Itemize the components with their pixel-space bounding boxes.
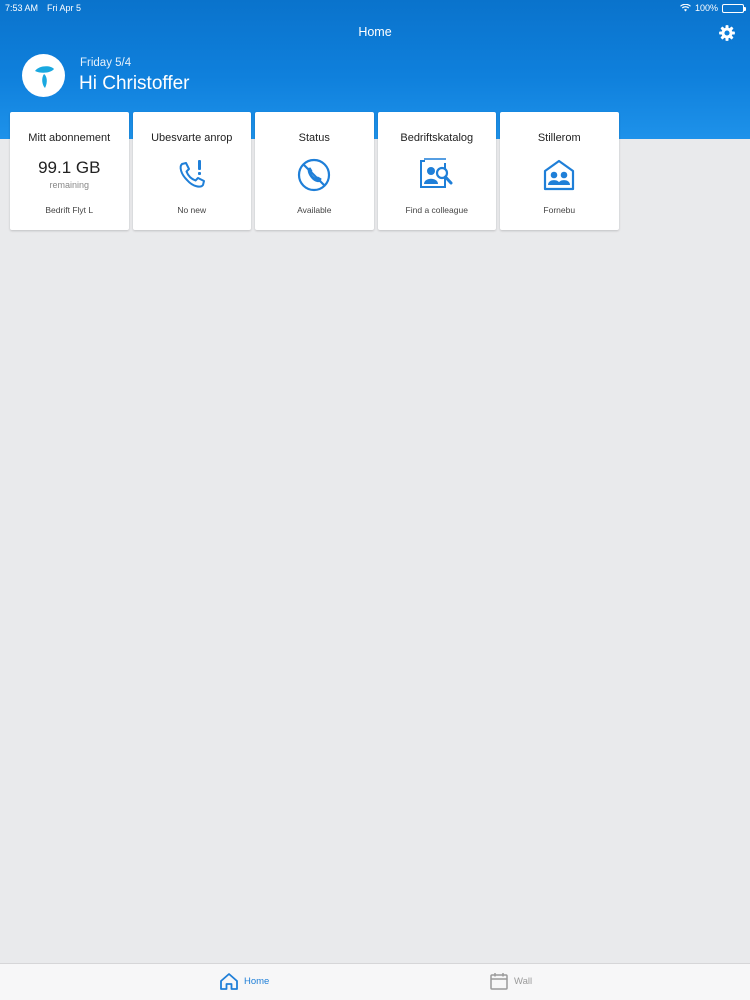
gear-icon[interactable] bbox=[718, 24, 736, 42]
tile-title: Ubesvarte anrop bbox=[151, 132, 233, 144]
directory-search-icon bbox=[419, 158, 453, 188]
tab-home-label: Home bbox=[244, 976, 270, 987]
status-right: 100% bbox=[680, 1, 746, 15]
tile-title: Bedriftskatalog bbox=[400, 132, 474, 144]
tile-directory[interactable]: Bedriftskatalog Find a colleague bbox=[377, 112, 496, 230]
status-date: Fri Apr 5 bbox=[47, 3, 82, 13]
tile-subtitle: Available bbox=[297, 205, 332, 215]
tile-title: Status bbox=[298, 132, 330, 144]
missed-call-icon bbox=[179, 160, 205, 188]
tile-missed-calls[interactable]: Ubesvarte anrop No new bbox=[132, 112, 251, 230]
greeting-name: Hi Christoffer bbox=[79, 73, 190, 94]
tile-quiet-room[interactable]: Stillerom Fornebu bbox=[500, 112, 619, 230]
wifi-icon bbox=[680, 4, 691, 12]
tab-home[interactable]: Home bbox=[219, 972, 269, 991]
data-remaining-value: 99.1 GB bbox=[38, 158, 101, 177]
battery-percent: 100% bbox=[694, 3, 718, 13]
tile-row: Mitt abonnement 99.1 GB remaining Bedrif… bbox=[10, 112, 619, 230]
tile-subscription[interactable]: Mitt abonnement 99.1 GB remaining Bedrif… bbox=[10, 112, 129, 230]
tile-subtitle: Fornebu bbox=[543, 205, 576, 215]
status-bar: 7:53 AM Fri Apr 5 100% bbox=[0, 0, 750, 16]
tile-subtitle: Bedrift Flyt L bbox=[45, 205, 94, 215]
page-title: Home bbox=[358, 25, 392, 39]
tab-wall-label: Wall bbox=[514, 976, 533, 987]
telenor-logo-icon bbox=[22, 54, 65, 97]
status-time: 7:53 AM bbox=[5, 3, 39, 13]
battery-icon bbox=[722, 3, 746, 13]
tile-subtitle: Find a colleague bbox=[405, 205, 468, 215]
data-remaining-caption: remaining bbox=[49, 180, 90, 190]
tile-status[interactable]: Status Available bbox=[255, 112, 374, 230]
tab-wall[interactable]: Wall bbox=[489, 972, 532, 991]
tile-subtitle: No new bbox=[177, 205, 207, 215]
status-phone-icon bbox=[298, 158, 331, 192]
home-icon bbox=[220, 973, 238, 990]
tile-title: Mitt abonnement bbox=[28, 132, 111, 144]
greeting-date: Friday 5/4 bbox=[80, 57, 132, 69]
quiet-room-icon bbox=[544, 159, 575, 191]
tab-bar: Home Wall bbox=[0, 963, 750, 1000]
tile-title: Stillerom bbox=[537, 132, 581, 144]
calendar-icon bbox=[490, 973, 508, 990]
